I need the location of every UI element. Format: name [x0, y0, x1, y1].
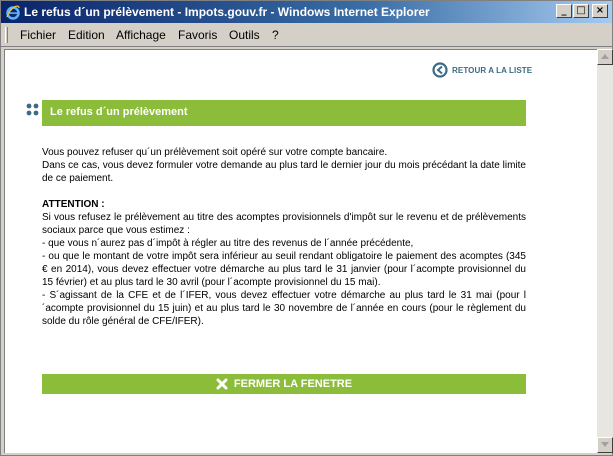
- close-window-link[interactable]: FERMER LA FENETRE: [42, 374, 526, 394]
- arrow-up-icon: [601, 54, 609, 59]
- minimize-button[interactable]: _: [556, 4, 572, 18]
- back-arrow-icon: [432, 62, 448, 78]
- intro-line-1: Vous pouvez refuser qu´un prélèvement so…: [42, 147, 388, 158]
- menu-help[interactable]: ?: [272, 28, 279, 42]
- scroll-down-button[interactable]: [597, 437, 613, 453]
- menu-bar: Fichier Edition Affichage Favoris Outils…: [1, 23, 612, 47]
- close-x-icon: [216, 378, 228, 390]
- close-window-label: FERMER LA FENETRE: [233, 378, 353, 390]
- menu-outils[interactable]: Outils: [229, 28, 260, 42]
- menu-fichier[interactable]: Fichier: [20, 28, 56, 42]
- close-window-button[interactable]: ×: [592, 4, 608, 18]
- section-bullet-icon: [26, 103, 39, 116]
- ie-window: Le refus d´un prélèvement - Impots.gouv.…: [0, 0, 613, 456]
- maximize-button[interactable]: □: [573, 4, 589, 18]
- back-link-label: RETOUR A LA LISTE: [452, 65, 533, 75]
- vertical-scrollbar[interactable]: [597, 49, 613, 453]
- attention-item-threshold: - ou que le montant de votre impôt sera …: [42, 251, 526, 288]
- internet-explorer-icon: [6, 5, 20, 20]
- toolbar-grip[interactable]: [5, 27, 8, 43]
- attention-item-no-tax: - que vous n´aurez pas d´impôt à régler …: [42, 238, 414, 249]
- menu-favoris[interactable]: Favoris: [178, 28, 217, 42]
- back-to-list-link[interactable]: RETOUR A LA LISTE: [432, 62, 532, 78]
- arrow-down-icon: [601, 442, 609, 447]
- article-body: Vous pouvez refuser qu´un prélèvement so…: [42, 146, 526, 328]
- intro-line-2: Dans ce cas, vous devez formuler votre d…: [42, 160, 526, 184]
- menu-affichage[interactable]: Affichage: [116, 28, 166, 42]
- scroll-up-button[interactable]: [597, 49, 613, 65]
- menu-edition[interactable]: Edition: [68, 28, 105, 42]
- page-content: RETOUR A LA LISTE Le refus d´un prélèvem…: [4, 49, 597, 453]
- window-title: Le refus d´un prélèvement - Impots.gouv.…: [24, 5, 430, 19]
- attention-item-cfe-ifer: - S´agissant de la CFE et de l´IFER, vou…: [42, 290, 526, 327]
- title-bar[interactable]: Le refus d´un prélèvement - Impots.gouv.…: [1, 1, 612, 23]
- attention-paragraph: Si vous refusez le prélèvement au titre …: [42, 212, 526, 236]
- section-title: Le refus d´un prélèvement: [42, 100, 526, 126]
- attention-label: ATTENTION :: [42, 199, 105, 210]
